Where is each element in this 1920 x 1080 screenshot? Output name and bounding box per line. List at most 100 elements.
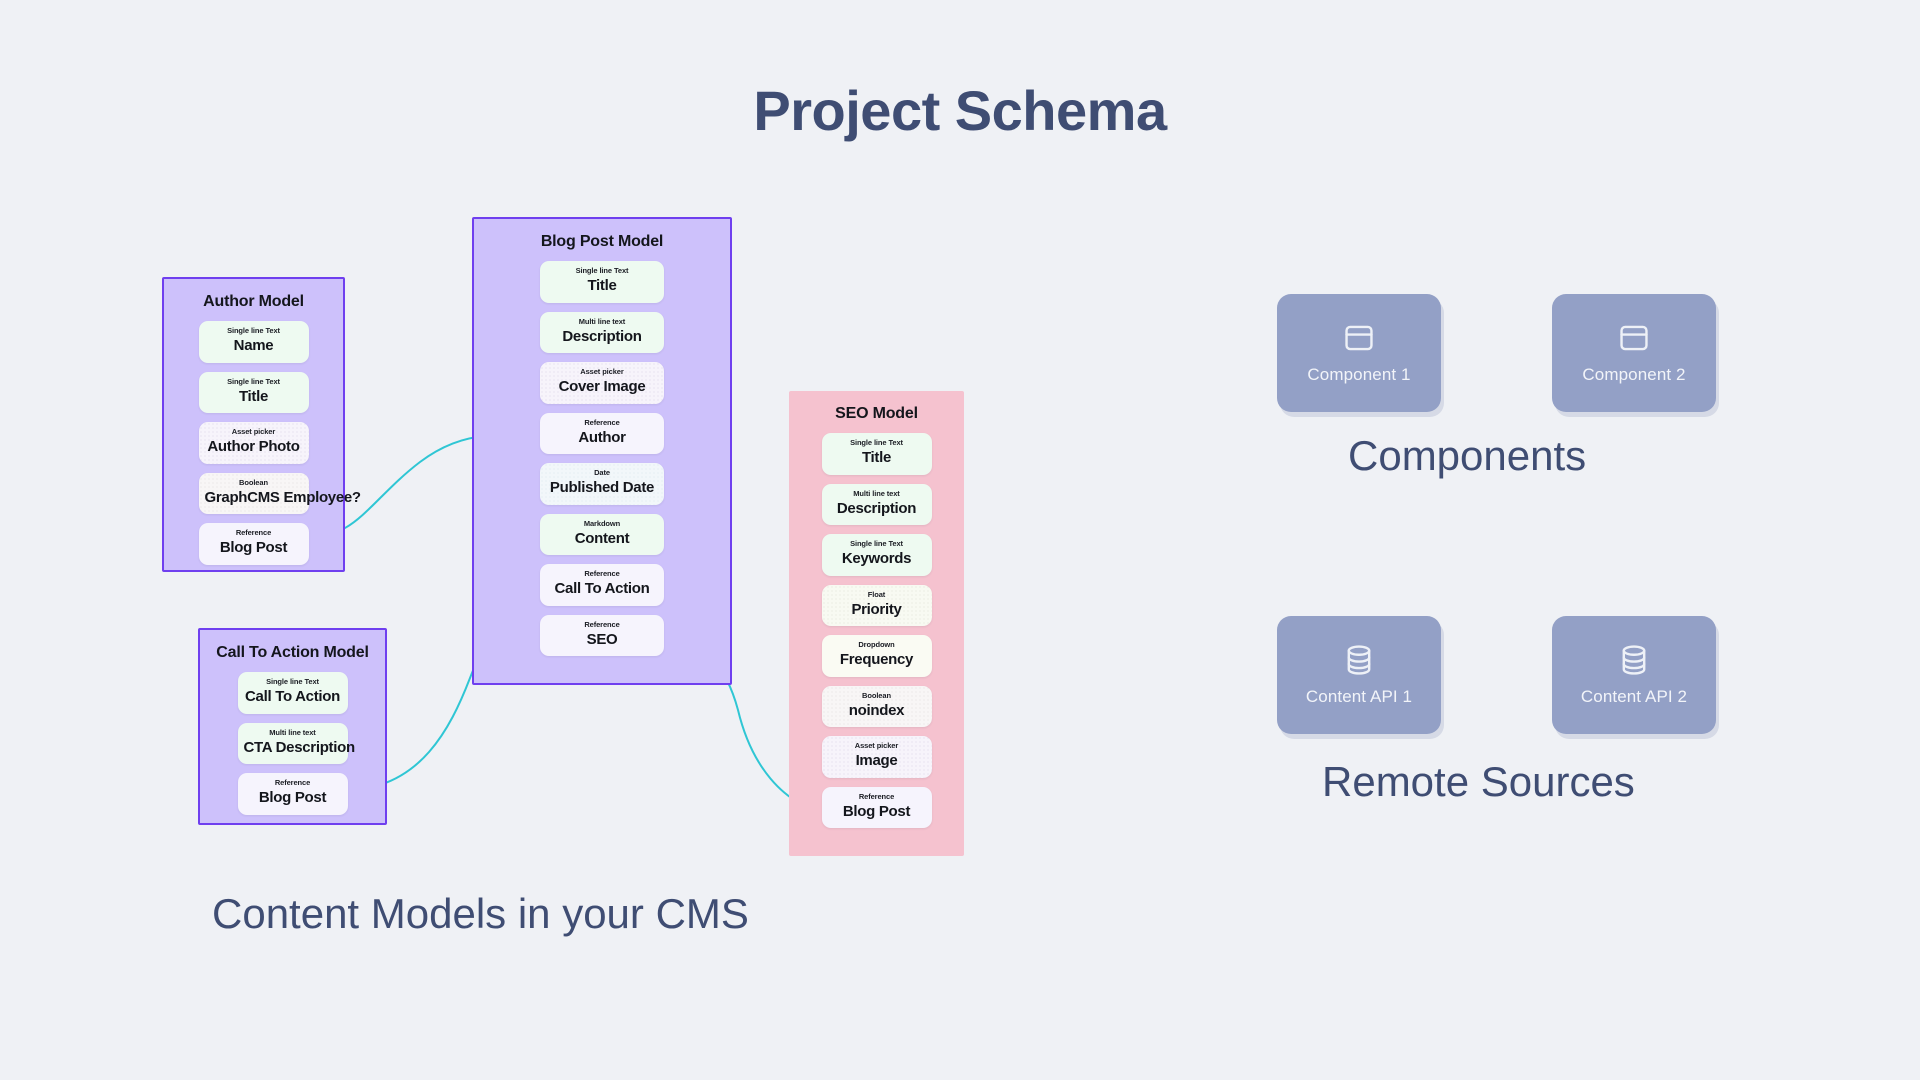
field-name-label: Description — [836, 499, 917, 517]
tile-label: Component 2 — [1582, 365, 1686, 384]
field-seo[interactable]: Reference SEO — [540, 614, 664, 656]
field-type-label: Dropdown — [858, 640, 895, 649]
field-type-label: Multi line text — [269, 727, 316, 737]
tile-label: Content API 2 — [1580, 687, 1688, 706]
field-name-label: Author Photo — [207, 438, 300, 456]
field-type-label: Single line Text — [227, 326, 280, 335]
field-type-label: Asset picker — [580, 367, 624, 376]
field-name-label: CTA Description — [243, 738, 356, 756]
field-type-label: Single line Text — [266, 677, 319, 686]
field-type-label: Reference — [274, 778, 311, 787]
tile-label: Content API 1 — [1305, 687, 1413, 706]
field-author-photo[interactable]: Asset picker Author Photo — [198, 422, 309, 464]
field-type-label: Single line Text — [227, 376, 280, 386]
model-title: Call To Action Model — [216, 644, 369, 661]
field-description[interactable]: Multi line text Description — [540, 311, 664, 353]
tile-component-2[interactable]: Component 2 — [1552, 294, 1716, 412]
component-icon — [1342, 321, 1376, 355]
field-call-to-action[interactable]: Single line Text Call To Action — [237, 672, 348, 714]
field-name-label: Blog Post — [258, 789, 327, 807]
field-name-label: Name — [233, 337, 274, 355]
field-name-label: Content — [574, 529, 630, 547]
diagram-canvas: Project Schema Author Model Single line … — [0, 0, 1920, 1080]
field-title[interactable]: Single line Text Title — [821, 433, 932, 475]
field-type-label: Boolean — [862, 690, 891, 700]
field-list: Single line Text Name Single line Text Titl… — [164, 321, 362, 565]
field-blog-post[interactable]: Reference Blog Post — [237, 773, 348, 815]
field-name-label: noindex — [848, 701, 905, 719]
field-name-label: Frequency — [839, 651, 914, 669]
field-list: Single line Text Title Multi line text Desc… — [789, 433, 964, 828]
component-icon — [1617, 321, 1651, 355]
field-list: Single line Text Title Multi line text Desc… — [474, 261, 730, 656]
field-name-label: Published Date — [549, 479, 655, 497]
field-name-label: Author — [578, 428, 626, 446]
field-priority[interactable]: Float Priority — [821, 584, 932, 626]
field-type-label: Single line Text — [850, 539, 903, 548]
field-name-label: Cover Image — [558, 378, 646, 396]
field-type-label: Multi line text — [578, 316, 626, 326]
field-author[interactable]: Reference Author — [540, 412, 664, 454]
field-name-label: Image — [855, 752, 898, 770]
field-frequency[interactable]: Dropdown Frequency — [821, 635, 932, 677]
field-content[interactable]: Markdown Content — [540, 513, 664, 555]
field-type-label: Asset picker — [231, 427, 276, 436]
field-name-label: Title — [587, 277, 617, 295]
page-title: Project Schema — [753, 79, 1167, 142]
model-title: SEO Model — [835, 405, 918, 422]
model-card-call-to-action[interactable]: Call To Action Model Single line Text Cal… — [198, 628, 387, 825]
model-card-blog-post[interactable]: Blog Post Model Single line Text Title Mul… — [472, 217, 732, 685]
field-graphcms-employee[interactable]: Boolean GraphCMS Employee? — [198, 472, 362, 514]
field-type-label: Reference — [584, 417, 620, 427]
field-type-label: Date — [594, 468, 610, 477]
field-call-to-action[interactable]: Reference Call To Action — [540, 564, 664, 606]
model-card-seo[interactable]: SEO Model Single line Text Title Multi lin… — [789, 391, 964, 856]
field-type-label: Asset picker — [854, 741, 899, 750]
database-icon — [1617, 643, 1651, 677]
tile-component-1[interactable]: Component 1 — [1277, 294, 1441, 412]
field-name-label: GraphCMS Employee? — [204, 488, 362, 506]
field-name-label: Priority — [851, 600, 902, 618]
field-type-label: Markdown — [583, 518, 621, 528]
field-name-label: Blog Post — [842, 802, 911, 820]
field-noindex[interactable]: Boolean noindex — [821, 685, 932, 727]
field-type-label: Float — [867, 589, 886, 599]
field-published-date[interactable]: Date Published Date — [540, 463, 664, 505]
field-type-label: Reference — [584, 619, 620, 629]
field-title[interactable]: Single line Text Title — [540, 261, 664, 303]
model-title: Author Model — [203, 293, 304, 310]
tile-content-api-1[interactable]: Content API 1 — [1277, 616, 1441, 734]
field-type-label: Boolean — [239, 477, 268, 487]
field-keywords[interactable]: Single line Text Keywords — [821, 534, 932, 576]
field-description[interactable]: Multi line text Description — [821, 483, 932, 525]
field-type-label: Multi line text — [853, 488, 900, 498]
field-blog-post[interactable]: Reference Blog Post — [198, 523, 309, 565]
model-card-author[interactable]: Author Model Single line Text Name Single … — [162, 277, 362, 572]
field-cta-description[interactable]: Multi line text CTA Description — [237, 722, 356, 764]
field-type-label: Reference — [858, 791, 895, 801]
field-image[interactable]: Asset picker Image — [821, 736, 932, 778]
field-type-label: Reference — [584, 569, 620, 578]
field-type-label: Single line Text — [850, 438, 903, 447]
tile-content-api-2[interactable]: Content API 2 — [1552, 616, 1716, 734]
field-name-label: Title — [238, 387, 269, 405]
field-name-label: Title — [861, 449, 892, 467]
field-name-label: Blog Post — [219, 539, 288, 557]
tile-label: Component 1 — [1307, 365, 1411, 384]
database-icon — [1342, 643, 1376, 677]
field-title[interactable]: Single line Text Title — [198, 371, 309, 413]
field-name-label: Description — [562, 327, 642, 345]
field-name[interactable]: Single line Text Name — [198, 321, 309, 363]
field-name-label: Call To Action — [245, 688, 340, 706]
caption-remote-sources: Remote Sources — [1322, 758, 1635, 805]
field-blog-post[interactable]: Reference Blog Post — [821, 786, 932, 828]
field-list: Single line Text Call To Action Multi line… — [200, 672, 385, 815]
field-name-label: SEO — [586, 630, 618, 648]
field-type-label: Reference — [235, 528, 272, 537]
field-name-label: Call To Action — [554, 580, 650, 598]
caption-components: Components — [1348, 432, 1587, 479]
caption-content-models: Content Models in your CMS — [212, 890, 749, 937]
field-type-label: Single line Text — [575, 266, 629, 275]
model-title: Blog Post Model — [540, 233, 664, 250]
field-cover-image[interactable]: Asset picker Cover Image — [540, 362, 664, 404]
